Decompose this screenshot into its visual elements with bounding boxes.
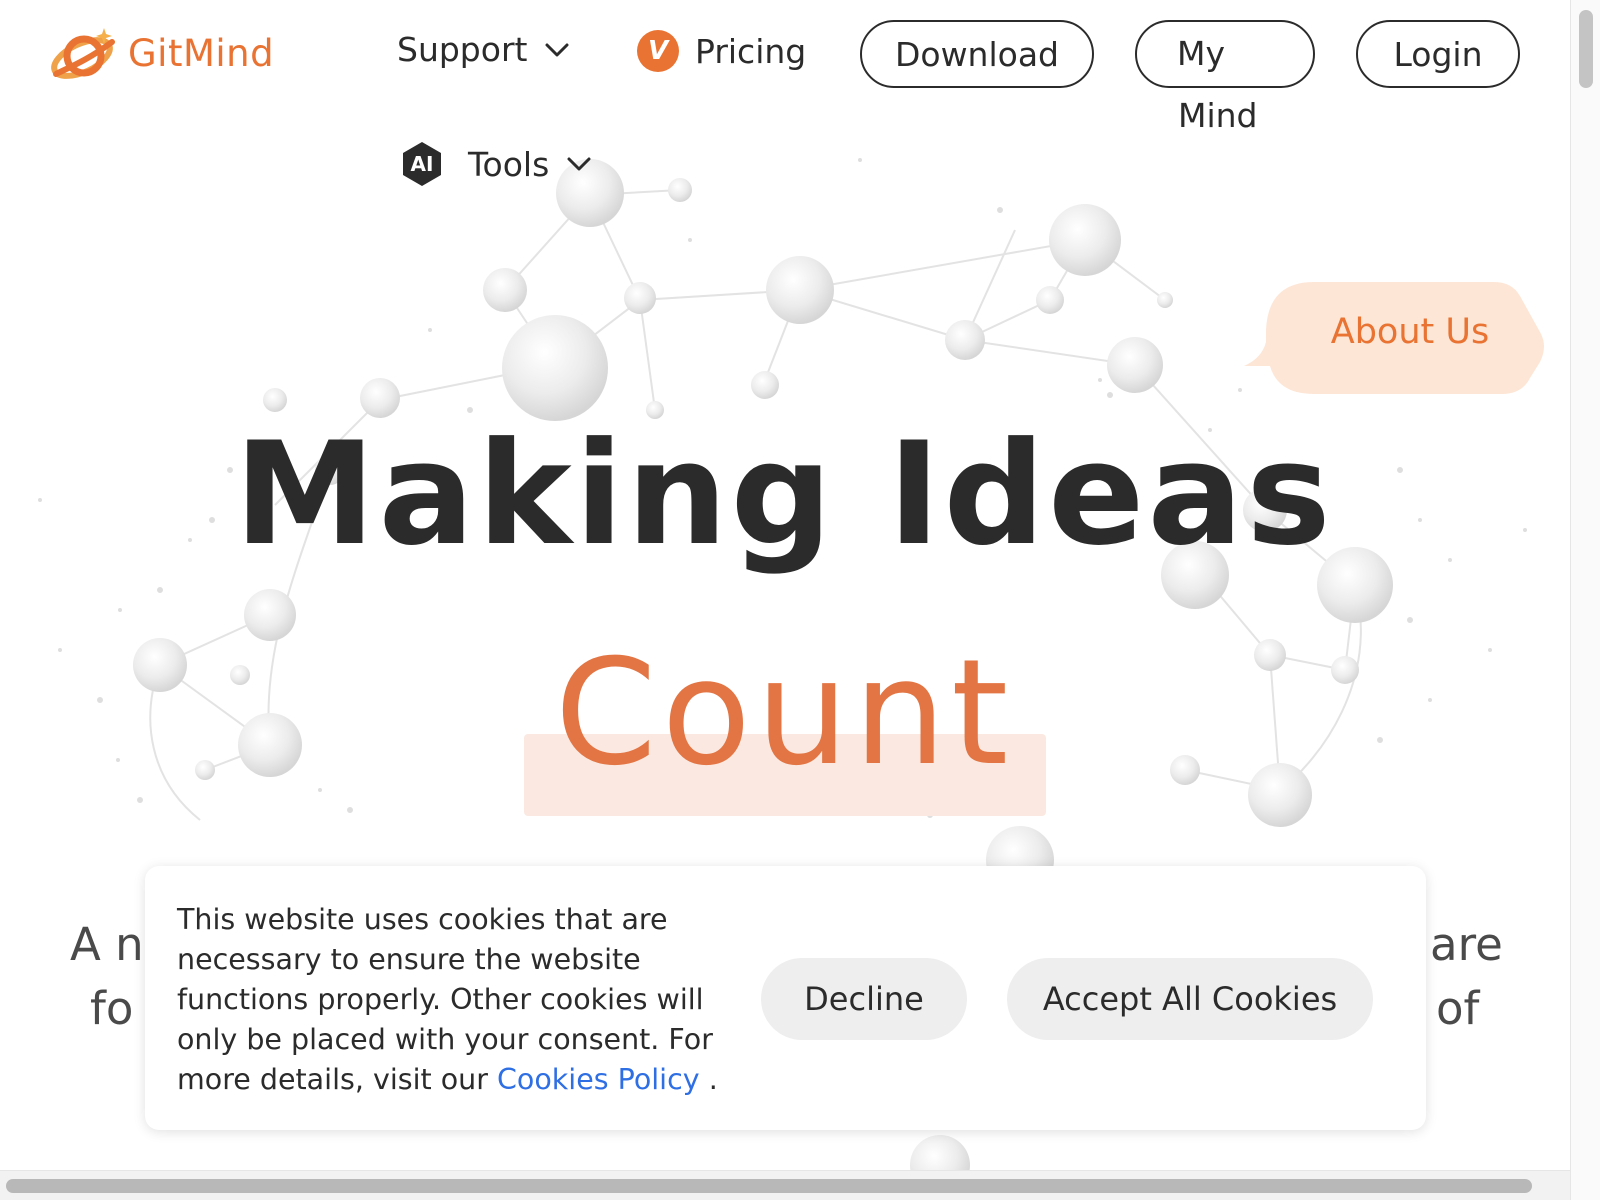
hero-highlight-word: Count — [554, 628, 1014, 798]
gitmind-logo-icon — [51, 28, 115, 79]
hero-subtitle-fragment: of — [1436, 982, 1480, 1035]
nav-support[interactable]: Support — [397, 30, 569, 69]
nav-support-label: Support — [397, 30, 528, 69]
download-button[interactable]: Download — [860, 20, 1094, 88]
chevron-down-icon — [545, 43, 569, 56]
ai-badge-label: AI — [410, 152, 434, 176]
ai-hexagon-icon: AI — [400, 140, 444, 188]
vertical-scrollbar[interactable] — [1570, 0, 1600, 1200]
page: GitMind Support V Pricing AI Tools Downl… — [0, 0, 1568, 1200]
chevron-down-icon — [567, 157, 591, 171]
cookies-policy-link[interactable]: Cookies Policy — [497, 1063, 700, 1096]
hero-subtitle-fragment: fo — [90, 982, 134, 1035]
nav-tools-label: Tools — [468, 144, 550, 184]
nav-tools[interactable]: AI Tools — [400, 140, 591, 188]
login-button[interactable]: Login — [1356, 20, 1520, 88]
hero-title: Making Ideas — [234, 412, 1334, 577]
accept-all-cookies-button[interactable]: Accept All Cookies — [1007, 958, 1373, 1040]
cookie-message: This website uses cookies that are neces… — [177, 900, 737, 1100]
gitmind-logo[interactable]: GitMind — [48, 24, 274, 82]
vertical-scrollbar-thumb[interactable] — [1579, 10, 1593, 88]
nav-pricing-label: Pricing — [695, 31, 807, 71]
logo-text: GitMind — [128, 31, 275, 75]
my-mind-label-line1: My — [1177, 34, 1226, 73]
nav-pricing[interactable]: V Pricing — [637, 30, 806, 72]
decline-cookies-button[interactable]: Decline — [761, 958, 967, 1040]
cookie-message-end: . — [699, 1063, 718, 1096]
my-mind-label-line2[interactable]: Mind — [1178, 96, 1258, 135]
about-us-link[interactable]: About Us — [1280, 312, 1540, 352]
cookie-banner: This website uses cookies that are neces… — [145, 866, 1426, 1130]
hero-subtitle-fragment: are — [1430, 918, 1503, 971]
hero-subtitle-fragment: A n — [70, 918, 144, 971]
horizontal-scrollbar-thumb[interactable] — [6, 1179, 1532, 1193]
horizontal-scrollbar[interactable] — [0, 1170, 1570, 1200]
vip-badge-icon: V — [637, 30, 679, 72]
my-mind-button[interactable]: My — [1135, 20, 1315, 88]
